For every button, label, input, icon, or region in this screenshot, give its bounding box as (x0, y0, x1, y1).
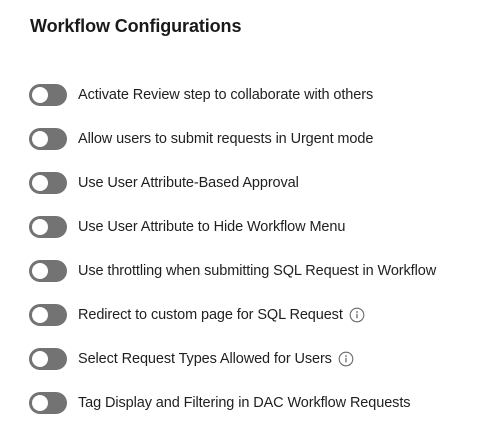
toggle-knob (32, 131, 48, 147)
setting-row-request-types: Select Request Types Allowed for Users (29, 348, 489, 370)
hide-workflow-menu-toggle[interactable] (29, 216, 67, 238)
tag-display-toggle[interactable] (29, 392, 67, 414)
review-step-toggle[interactable] (29, 84, 67, 106)
setting-row-attribute-approval: Use User Attribute-Based Approval (29, 172, 489, 194)
setting-row-hide-workflow-menu: Use User Attribute to Hide Workflow Menu (29, 216, 489, 238)
throttling-toggle[interactable] (29, 260, 67, 282)
settings-list: Activate Review step to collaborate with… (29, 84, 489, 436)
toggle-knob (32, 175, 48, 191)
info-circle-icon[interactable] (349, 307, 365, 323)
setting-row-throttling: Use throttling when submitting SQL Reque… (29, 260, 489, 282)
toggle-knob (32, 263, 48, 279)
urgent-mode-toggle[interactable] (29, 128, 67, 150)
request-types-toggle[interactable] (29, 348, 67, 370)
toggle-knob (32, 219, 48, 235)
setting-label: Use throttling when submitting SQL Reque… (78, 263, 437, 279)
toggle-knob (32, 351, 48, 367)
info-circle-icon[interactable] (338, 351, 354, 367)
setting-row-review-step: Activate Review step to collaborate with… (29, 84, 489, 106)
setting-label: Activate Review step to collaborate with… (78, 87, 374, 103)
toggle-knob (32, 307, 48, 323)
custom-page-redirect-toggle[interactable] (29, 304, 67, 326)
setting-label: Use User Attribute-Based Approval (78, 175, 299, 191)
setting-label: Select Request Types Allowed for Users (78, 351, 332, 367)
attribute-approval-toggle[interactable] (29, 172, 67, 194)
toggle-knob (32, 395, 48, 411)
setting-label: Redirect to custom page for SQL Request (78, 307, 343, 323)
setting-label: Tag Display and Filtering in DAC Workflo… (78, 395, 411, 411)
page-title: Workflow Configurations (30, 16, 242, 36)
toggle-knob (32, 87, 48, 103)
setting-label: Use User Attribute to Hide Workflow Menu (78, 219, 346, 235)
setting-label: Allow users to submit requests in Urgent… (78, 131, 374, 147)
setting-row-custom-page-redirect: Redirect to custom page for SQL Request (29, 304, 489, 326)
workflow-configurations-panel: Workflow Configurations Activate Review … (0, 0, 492, 440)
setting-row-urgent-mode: Allow users to submit requests in Urgent… (29, 128, 489, 150)
setting-row-tag-display: Tag Display and Filtering in DAC Workflo… (29, 392, 489, 414)
